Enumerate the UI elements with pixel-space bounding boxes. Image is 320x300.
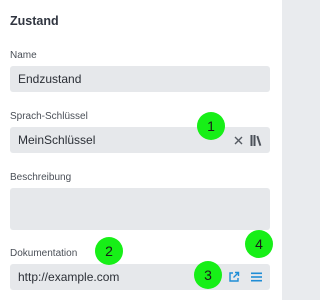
annotation-badge-4: 4 xyxy=(245,230,273,258)
name-value: Endzustand xyxy=(18,72,82,86)
language-key-field[interactable]: MeinSchlüssel xyxy=(10,127,270,153)
open-external-icon[interactable] xyxy=(226,268,242,286)
documentation-field[interactable]: http://example.com xyxy=(10,264,270,290)
hamburger-menu-icon[interactable] xyxy=(248,268,264,286)
panel-title: Zustand xyxy=(10,14,59,28)
annotation-badge-3: 3 xyxy=(194,261,222,289)
name-label: Name xyxy=(10,50,37,61)
name-field[interactable]: Endzustand xyxy=(10,66,270,92)
language-key-label: Sprach-Schlüssel xyxy=(10,111,88,122)
annotation-badge-1: 1 xyxy=(197,112,225,140)
description-field[interactable] xyxy=(10,188,270,230)
documentation-label: Dokumentation xyxy=(10,248,78,259)
library-books-icon[interactable] xyxy=(248,131,264,149)
properties-panel: Zustand Name Endzustand Sprach-Schlüssel… xyxy=(0,0,282,300)
close-icon[interactable] xyxy=(231,131,245,149)
documentation-value: http://example.com xyxy=(18,270,120,284)
annotation-badge-2: 2 xyxy=(95,237,123,265)
description-label: Beschreibung xyxy=(10,172,72,183)
language-key-value: MeinSchlüssel xyxy=(18,133,96,147)
